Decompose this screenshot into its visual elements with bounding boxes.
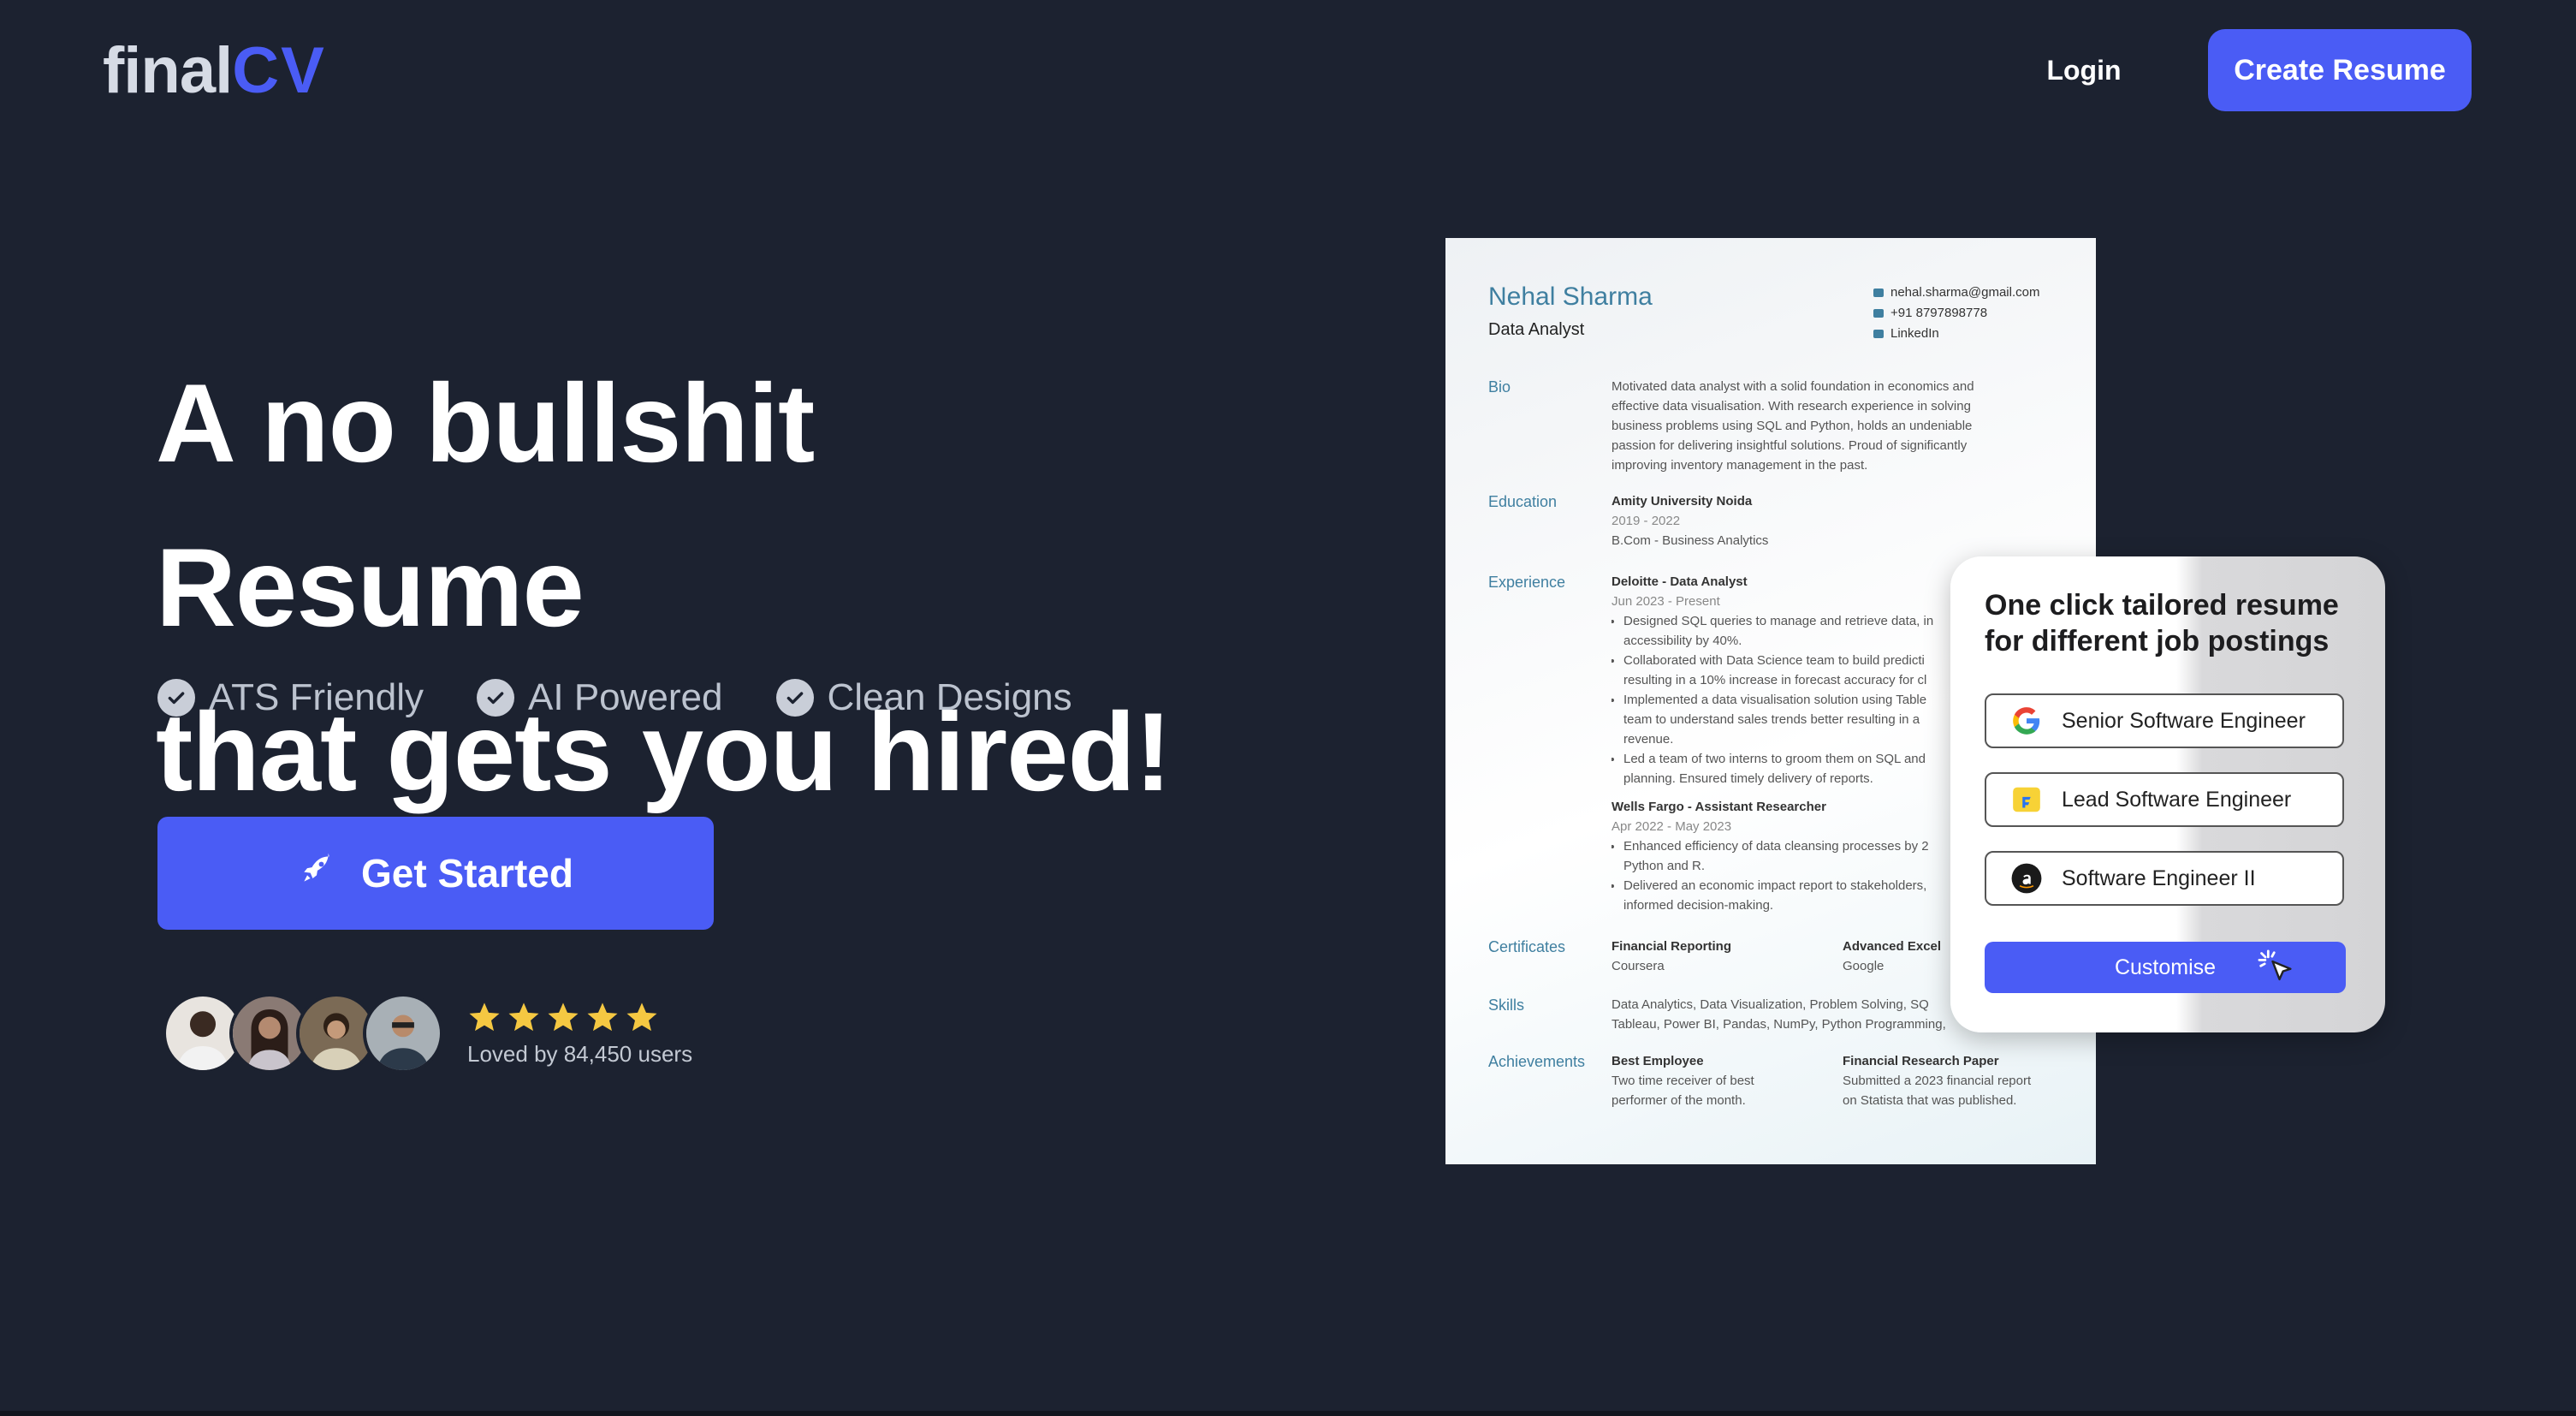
phone-icon <box>1873 309 1884 318</box>
logo-text-final: final <box>103 34 233 107</box>
logo[interactable]: finalCV <box>103 33 326 110</box>
bio-line: passion for delivering insightful soluti… <box>1611 438 1968 453</box>
certificate-org: Google <box>1843 959 1885 973</box>
rocket-icon <box>298 850 335 897</box>
achievement-title: Best Employee <box>1611 1054 1704 1068</box>
feature-label: AI Powered <box>528 676 723 718</box>
exp1-title: Deloitte - Data Analyst <box>1611 574 1748 589</box>
certificate-org: Coursera <box>1611 959 1665 973</box>
tailor-title-line: for different job postings <box>1985 625 2330 657</box>
star-icon <box>469 1002 500 1031</box>
linkedin-icon <box>1873 330 1884 339</box>
experience-label: Experience <box>1488 574 1566 591</box>
get-started-label: Get Started <box>361 851 573 895</box>
resume-contact: nehal.sharma@gmail.com +91 8797898778 Li… <box>1873 283 2039 344</box>
exp-bullet: Designed SQL queries to manage and retri… <box>1623 611 1971 651</box>
check-circle-icon <box>157 679 195 717</box>
feature-label: ATS Friendly <box>209 676 424 718</box>
avatar <box>363 993 443 1074</box>
bio-line: effective data visualisation. With resea… <box>1611 399 1971 413</box>
job-label: Software Engineer II <box>2062 866 2256 890</box>
star-icon <box>626 1002 657 1031</box>
get-started-button[interactable]: Get Started <box>157 817 714 930</box>
login-link[interactable]: Login <box>1994 45 2174 96</box>
skills-line: Tableau, Power BI, Pandas, NumPy, Python… <box>1611 1017 1946 1032</box>
certificate-1: Financial Reporting Coursera <box>1611 937 1731 976</box>
bio-label: Bio <box>1488 378 1511 396</box>
education-degree: B.Com - Business Analytics <box>1611 533 1769 548</box>
exp-bullet: Enhanced efficiency of data cleansing pr… <box>1623 836 1971 876</box>
create-resume-button[interactable]: Create Resume <box>2208 29 2472 111</box>
hero-headline: A no bullshit Resume that gets you hired… <box>156 341 1268 834</box>
achievement-line: Two time receiver of best <box>1611 1074 1754 1088</box>
achievement-line: Submitted a 2023 financial report <box>1843 1074 2032 1088</box>
education-school: Amity University Noida <box>1611 494 1753 509</box>
job-option-software-engineer-ii[interactable]: Software Engineer II <box>1985 851 2344 906</box>
job-label: Lead Software Engineer <box>2062 787 2292 812</box>
tailor-title-line: One click tailored resume <box>1985 589 2339 622</box>
exp-bullet: Led a team of two interns to groom them … <box>1623 749 1971 788</box>
skills-line: Data Analytics, Data Visualization, Prob… <box>1611 997 1929 1012</box>
resume-linkedin: LinkedIn <box>1890 326 1939 341</box>
loved-by-text: Loved by 84,450 users <box>467 1040 693 1067</box>
star-icon <box>587 1002 618 1031</box>
job-option-senior-software-engineer[interactable]: Senior Software Engineer <box>1985 693 2344 748</box>
google-icon <box>2013 707 2040 735</box>
rating-block: Loved by 84,450 users <box>467 1000 692 1068</box>
star-icon <box>548 1002 579 1031</box>
bio-line: Motivated data analyst with a solid foun… <box>1611 379 1974 394</box>
flipkart-icon <box>2013 787 2040 812</box>
job-option-lead-software-engineer[interactable]: Lead Software Engineer <box>1985 772 2344 827</box>
experience-block: Deloitte - Data Analyst Jun 2023 - Prese… <box>1611 572 1971 915</box>
star-rating <box>467 1000 692 1038</box>
social-proof: Loved by 84,450 users <box>163 993 692 1074</box>
star-icon <box>508 1002 539 1031</box>
certificates-label: Certificates <box>1488 938 1566 955</box>
tailor-card-title: One click tailored resume for different … <box>1985 587 2361 659</box>
achievement-2: Financial Research Paper Submitted a 202… <box>1843 1051 2031 1110</box>
check-circle-icon <box>775 679 814 717</box>
bio-text: Motivated data analyst with a solid foun… <box>1611 377 2057 475</box>
exp2-dates: Apr 2022 - May 2023 <box>1611 819 1732 834</box>
cursor-click-icon <box>2258 949 2292 981</box>
amazon-icon <box>2011 863 2042 894</box>
exp-bullet: Collaborated with Data Science team to b… <box>1623 651 1971 690</box>
resume-name: Nehal Sharma <box>1488 283 1653 311</box>
feature-item: Clean Designs <box>775 676 1072 719</box>
headline-line-1: A no bullshit Resume <box>156 360 815 650</box>
bio-line: business problems using SQL and Python, … <box>1611 419 1973 433</box>
tailor-resume-card: One click tailored resume for different … <box>1950 556 2385 1032</box>
skills-text: Data Analytics, Data Visualization, Prob… <box>1611 995 1971 1034</box>
resume-phone: +91 8797898778 <box>1890 306 1988 320</box>
achievement-line: performer of the month. <box>1611 1093 1746 1108</box>
mail-icon <box>1873 289 1884 298</box>
achievement-line: on Statista that was published. <box>1843 1093 2017 1108</box>
education-years: 2019 - 2022 <box>1611 514 1681 528</box>
page-bottom-border <box>0 1411 2576 1416</box>
exp2-title: Wells Fargo - Assistant Researcher <box>1611 800 1826 814</box>
achievements-label: Achievements <box>1488 1053 1586 1070</box>
certificate-2: Advanced Excel Google <box>1843 937 1941 976</box>
feature-item: ATS Friendly <box>157 676 424 719</box>
feature-item: AI Powered <box>477 676 723 719</box>
feature-list: ATS Friendly AI Powered Clean Designs <box>157 676 1072 719</box>
feature-label: Clean Designs <box>827 676 1072 718</box>
education-block: Amity University Noida 2019 - 2022 B.Com… <box>1611 491 1768 550</box>
job-label: Senior Software Engineer <box>2062 708 2306 733</box>
resume-email: nehal.sharma@gmail.com <box>1890 285 2040 300</box>
exp-bullet: Delivered an economic impact report to s… <box>1623 876 1971 915</box>
certificate-name: Advanced Excel <box>1843 939 1942 954</box>
achievement-1: Best Employee Two time receiver of best … <box>1611 1051 1754 1110</box>
bio-line: improving inventory management in the pa… <box>1611 458 1868 473</box>
exp-bullet: Implemented a data visualisation solutio… <box>1623 690 1971 749</box>
exp1-dates: Jun 2023 - Present <box>1611 594 1720 609</box>
skills-label: Skills <box>1488 997 1525 1014</box>
resume-role: Data Analyst <box>1488 320 1585 339</box>
check-circle-icon <box>477 679 515 717</box>
certificate-name: Financial Reporting <box>1611 939 1732 954</box>
education-label: Education <box>1488 493 1558 510</box>
avatar-group <box>163 993 443 1074</box>
achievement-title: Financial Research Paper <box>1843 1054 1999 1068</box>
logo-text-cv: CV <box>232 34 326 107</box>
